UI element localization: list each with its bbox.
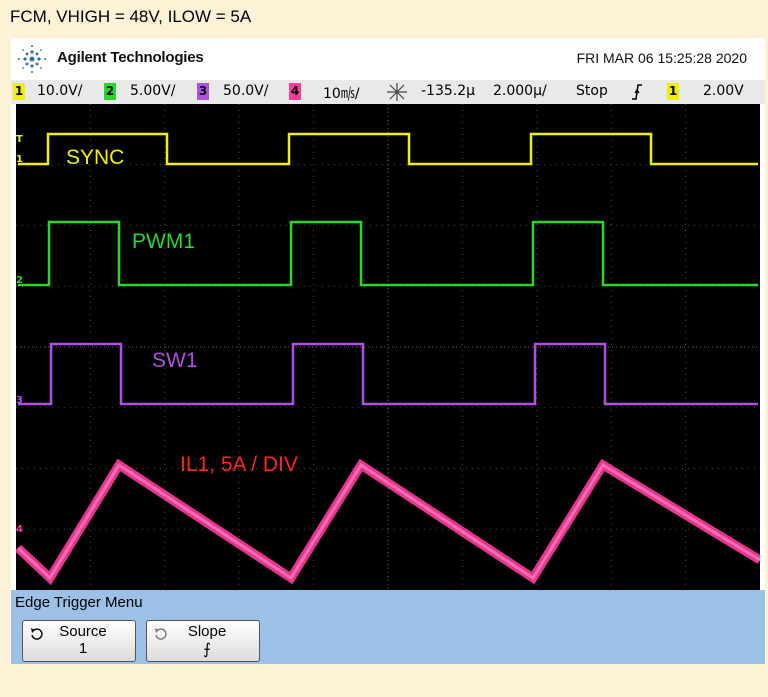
ch2-marker: 2	[16, 275, 23, 286]
agilent-spark-icon	[18, 45, 46, 73]
ch4-marker: 4	[16, 524, 23, 535]
ch2-badge[interactable]: 2	[104, 83, 116, 100]
oscilloscope-screen: Agilent Technologies FRI MAR 06 15:25:28…	[11, 38, 765, 664]
menu-title: Edge Trigger Menu	[15, 594, 143, 611]
timebase-value: 2.000µ/	[493, 83, 547, 99]
trace-label-sw1: SW1	[152, 349, 198, 372]
ch4-scale: 10㎧/	[323, 86, 360, 102]
run-state: Stop	[576, 83, 608, 99]
trace-label-il1: IL1, 5A / DIV	[180, 453, 298, 476]
trigger-source-badge: 1	[667, 83, 679, 100]
trigger-menu-bar: Edge Trigger Menu Source 1 Slope ⨍	[11, 590, 765, 664]
ch1-scale: 10.0V/	[37, 83, 83, 99]
date-time: FRI MAR 06 15:25:28 2020	[576, 50, 747, 66]
delay-value: -135.2µ	[421, 83, 476, 99]
slope-label: Slope	[187, 623, 227, 640]
delay-icon	[387, 83, 407, 101]
status-bar: 1 10.0V/ 2 5.00V/ 3 50.0V/ 4 10㎧/ -135.2…	[11, 80, 765, 104]
waveform-canvas	[16, 104, 760, 590]
slope-softkey[interactable]: Slope ⨍	[146, 620, 260, 662]
ch3-badge[interactable]: 3	[197, 83, 209, 100]
ch3-scale: 50.0V/	[223, 83, 269, 99]
brand-bar: Agilent Technologies FRI MAR 06 15:25:28…	[11, 38, 765, 80]
trigger-marker: T	[16, 134, 23, 145]
pwm1-waveform	[18, 220, 758, 287]
source-label: Source	[59, 623, 107, 640]
ch3-marker: 3	[16, 395, 23, 406]
ch1-marker: 1	[16, 154, 23, 165]
waveform-display: SYNC PWM1 SW1 IL1, 5A / DIV T 1 2 3 4	[16, 104, 760, 590]
ch4-badge[interactable]: 4	[289, 83, 301, 100]
source-softkey[interactable]: Source 1	[22, 620, 136, 662]
trigger-level: 2.00V	[703, 83, 744, 99]
brand-name: Agilent Technologies	[57, 49, 204, 66]
sync-waveform	[18, 132, 758, 166]
il1-waveform-core	[16, 462, 760, 581]
trace-label-pwm1: PWM1	[132, 230, 195, 253]
trace-label-sync: SYNC	[66, 146, 125, 169]
slope-value: ⨍	[203, 641, 211, 658]
ch2-scale: 5.00V/	[130, 83, 176, 99]
figure-caption: FCM, VHIGH = 48V, ILOW = 5A	[10, 7, 252, 26]
ch1-badge[interactable]: 1	[13, 83, 25, 100]
source-value: 1	[78, 640, 88, 657]
rising-edge-icon	[632, 84, 642, 100]
